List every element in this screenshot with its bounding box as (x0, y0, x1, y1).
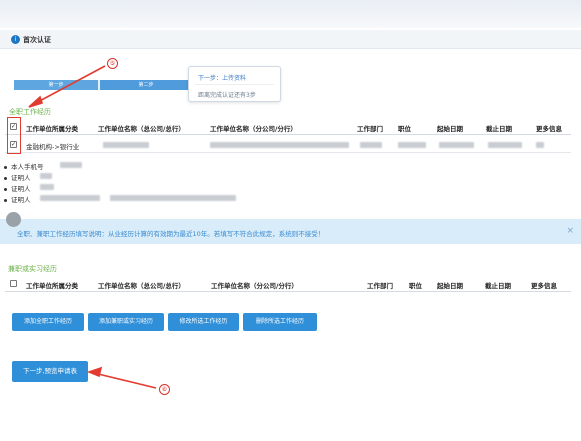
col-more-info: 更多信息 (531, 282, 557, 290)
redacted-more-info (536, 142, 544, 148)
phone-label: 本人手机号 (11, 163, 44, 171)
fulltime-table-header: ✓ 工作单位所属分类 工作单位名称（总公司/总行） 工作单位名称（分公司/分行）… (5, 119, 571, 135)
redacted-witness-2 (40, 184, 54, 190)
col-more-info: 更多信息 (536, 125, 562, 133)
parttime-table-header: 工作单位所属分类 工作单位名称（总公司/总行） 工作单位名称（分公司/分行） 工… (5, 276, 571, 292)
notice-banner: 全职、兼职工作经历填写说明：从业经历计算的有效期为最近10年。若填写不符合此规定… (0, 219, 581, 244)
callout-six: ⑥ (159, 384, 170, 395)
col-start-date: 起始日期 (437, 125, 463, 133)
list-item: 本人手机号 (4, 161, 44, 171)
tooltip-next-step: 下一步：上传资料 (198, 75, 247, 82)
col-start-date: 起始日期 (437, 282, 463, 290)
add-parttime-button[interactable]: 添加兼职或实习经历 (88, 313, 164, 331)
redacted-position (398, 142, 426, 148)
tooltip-remaining: 距离完成认证还有3步 (198, 92, 256, 99)
add-fulltime-button[interactable]: 添加全职工作经历 (12, 313, 84, 331)
next-step-tooltip: 下一步：上传资料 距离完成认证还有3步 (188, 66, 281, 102)
parttime-select-all-checkbox[interactable] (10, 280, 17, 287)
step-progress: 第一步 第二步 (14, 80, 192, 90)
redacted-end-date (488, 142, 522, 148)
witness-label-1: 证明人 (11, 174, 31, 182)
tooltip-divider (195, 84, 274, 85)
redacted-start-date (439, 142, 474, 148)
redacted-head-office (103, 142, 149, 148)
col-branch-office: 工作单位名称（分公司/分行） (210, 125, 297, 133)
fulltime-section-title: 全职工作经历 (9, 108, 51, 116)
col-end-date: 截止日期 (486, 125, 512, 133)
redacted-department (360, 142, 382, 148)
page-title: 首次认证 (23, 36, 51, 44)
list-item: 证明人 (4, 183, 31, 193)
redacted-witness-3a (40, 195, 100, 201)
scroll-handle[interactable] (6, 212, 21, 227)
col-head-office: 工作单位名称（总公司/总行） (98, 125, 185, 133)
redacted-witness-1 (40, 173, 52, 179)
checkbox-highlight-box (7, 117, 21, 154)
redacted-branch-office (210, 142, 349, 148)
col-category: 工作单位所属分类 (26, 282, 78, 290)
witness-label-2: 证明人 (11, 185, 31, 193)
col-department: 工作部门 (367, 282, 393, 290)
col-category: 工作单位所属分类 (26, 125, 78, 133)
redacted-phone (60, 162, 82, 168)
list-item: 证明人 (4, 172, 31, 182)
info-icon: i (11, 35, 20, 44)
witness-label-3: 证明人 (11, 196, 31, 204)
edit-selected-button[interactable]: 修改所选工作经历 (168, 313, 239, 331)
callout-five: ⑤ (107, 58, 118, 69)
col-department: 工作部门 (357, 125, 383, 133)
col-head-office: 工作单位名称（总公司/总行） (98, 282, 185, 290)
top-bar (0, 0, 581, 28)
col-end-date: 截止日期 (485, 282, 511, 290)
step-1: 第一步 (14, 80, 98, 90)
col-position: 职位 (398, 125, 411, 133)
col-position: 职位 (409, 282, 422, 290)
page-header: i 首次认证 (0, 30, 581, 49)
parttime-section-title: 兼职或实习经历 (8, 265, 57, 273)
step-2: 第二步 (100, 80, 192, 90)
close-icon[interactable]: × (566, 226, 574, 236)
redacted-witness-3b (110, 195, 236, 201)
list-item: 证明人 (4, 194, 31, 204)
next-preview-button[interactable]: 下一步,预览申请表 (12, 361, 88, 382)
notice-text: 全职、兼职工作经历填写说明：从业经历计算的有效期为最近10年。若填写不符合此规定… (17, 230, 325, 238)
arrow-six (86, 366, 157, 389)
delete-selected-button[interactable]: 删除所选工作经历 (243, 313, 317, 331)
row-category: 金融机构->银行业 (26, 143, 80, 151)
col-branch-office: 工作单位名称（分公司/分行） (211, 282, 298, 290)
table-row[interactable]: ✓ 金融机构->银行业 (5, 137, 571, 153)
